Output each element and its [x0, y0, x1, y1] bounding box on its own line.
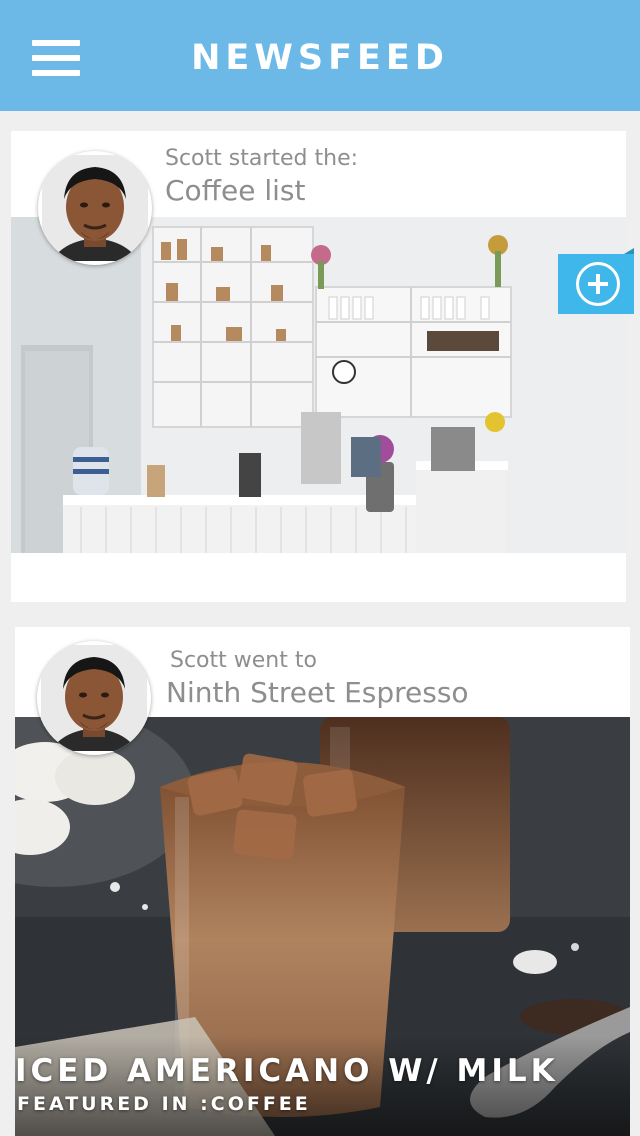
place-link[interactable]: Ninth Street Espresso — [166, 676, 469, 709]
user-avatar[interactable] — [38, 151, 152, 265]
featured-in-label: FEATURED IN :COFFEE — [17, 1093, 311, 1115]
add-to-list-button[interactable] — [558, 248, 634, 314]
featured-item-title[interactable]: ICED AMERICANO W/ MILK — [15, 1053, 559, 1089]
page-title: NEWSFEED — [191, 38, 449, 78]
user-avatar[interactable] — [37, 641, 151, 755]
plus-circle-icon — [576, 262, 620, 306]
feed-card-coffee-list[interactable]: Scott started the: Coffee list — [11, 131, 626, 602]
activity-text: Scott went to — [170, 648, 317, 673]
activity-subject-link[interactable]: Coffee list — [165, 174, 305, 207]
coffee-shop-interior-photo[interactable] — [11, 217, 626, 553]
top-app-bar: NEWSFEED — [0, 0, 640, 111]
activity-text: Scott started the: — [165, 146, 359, 171]
